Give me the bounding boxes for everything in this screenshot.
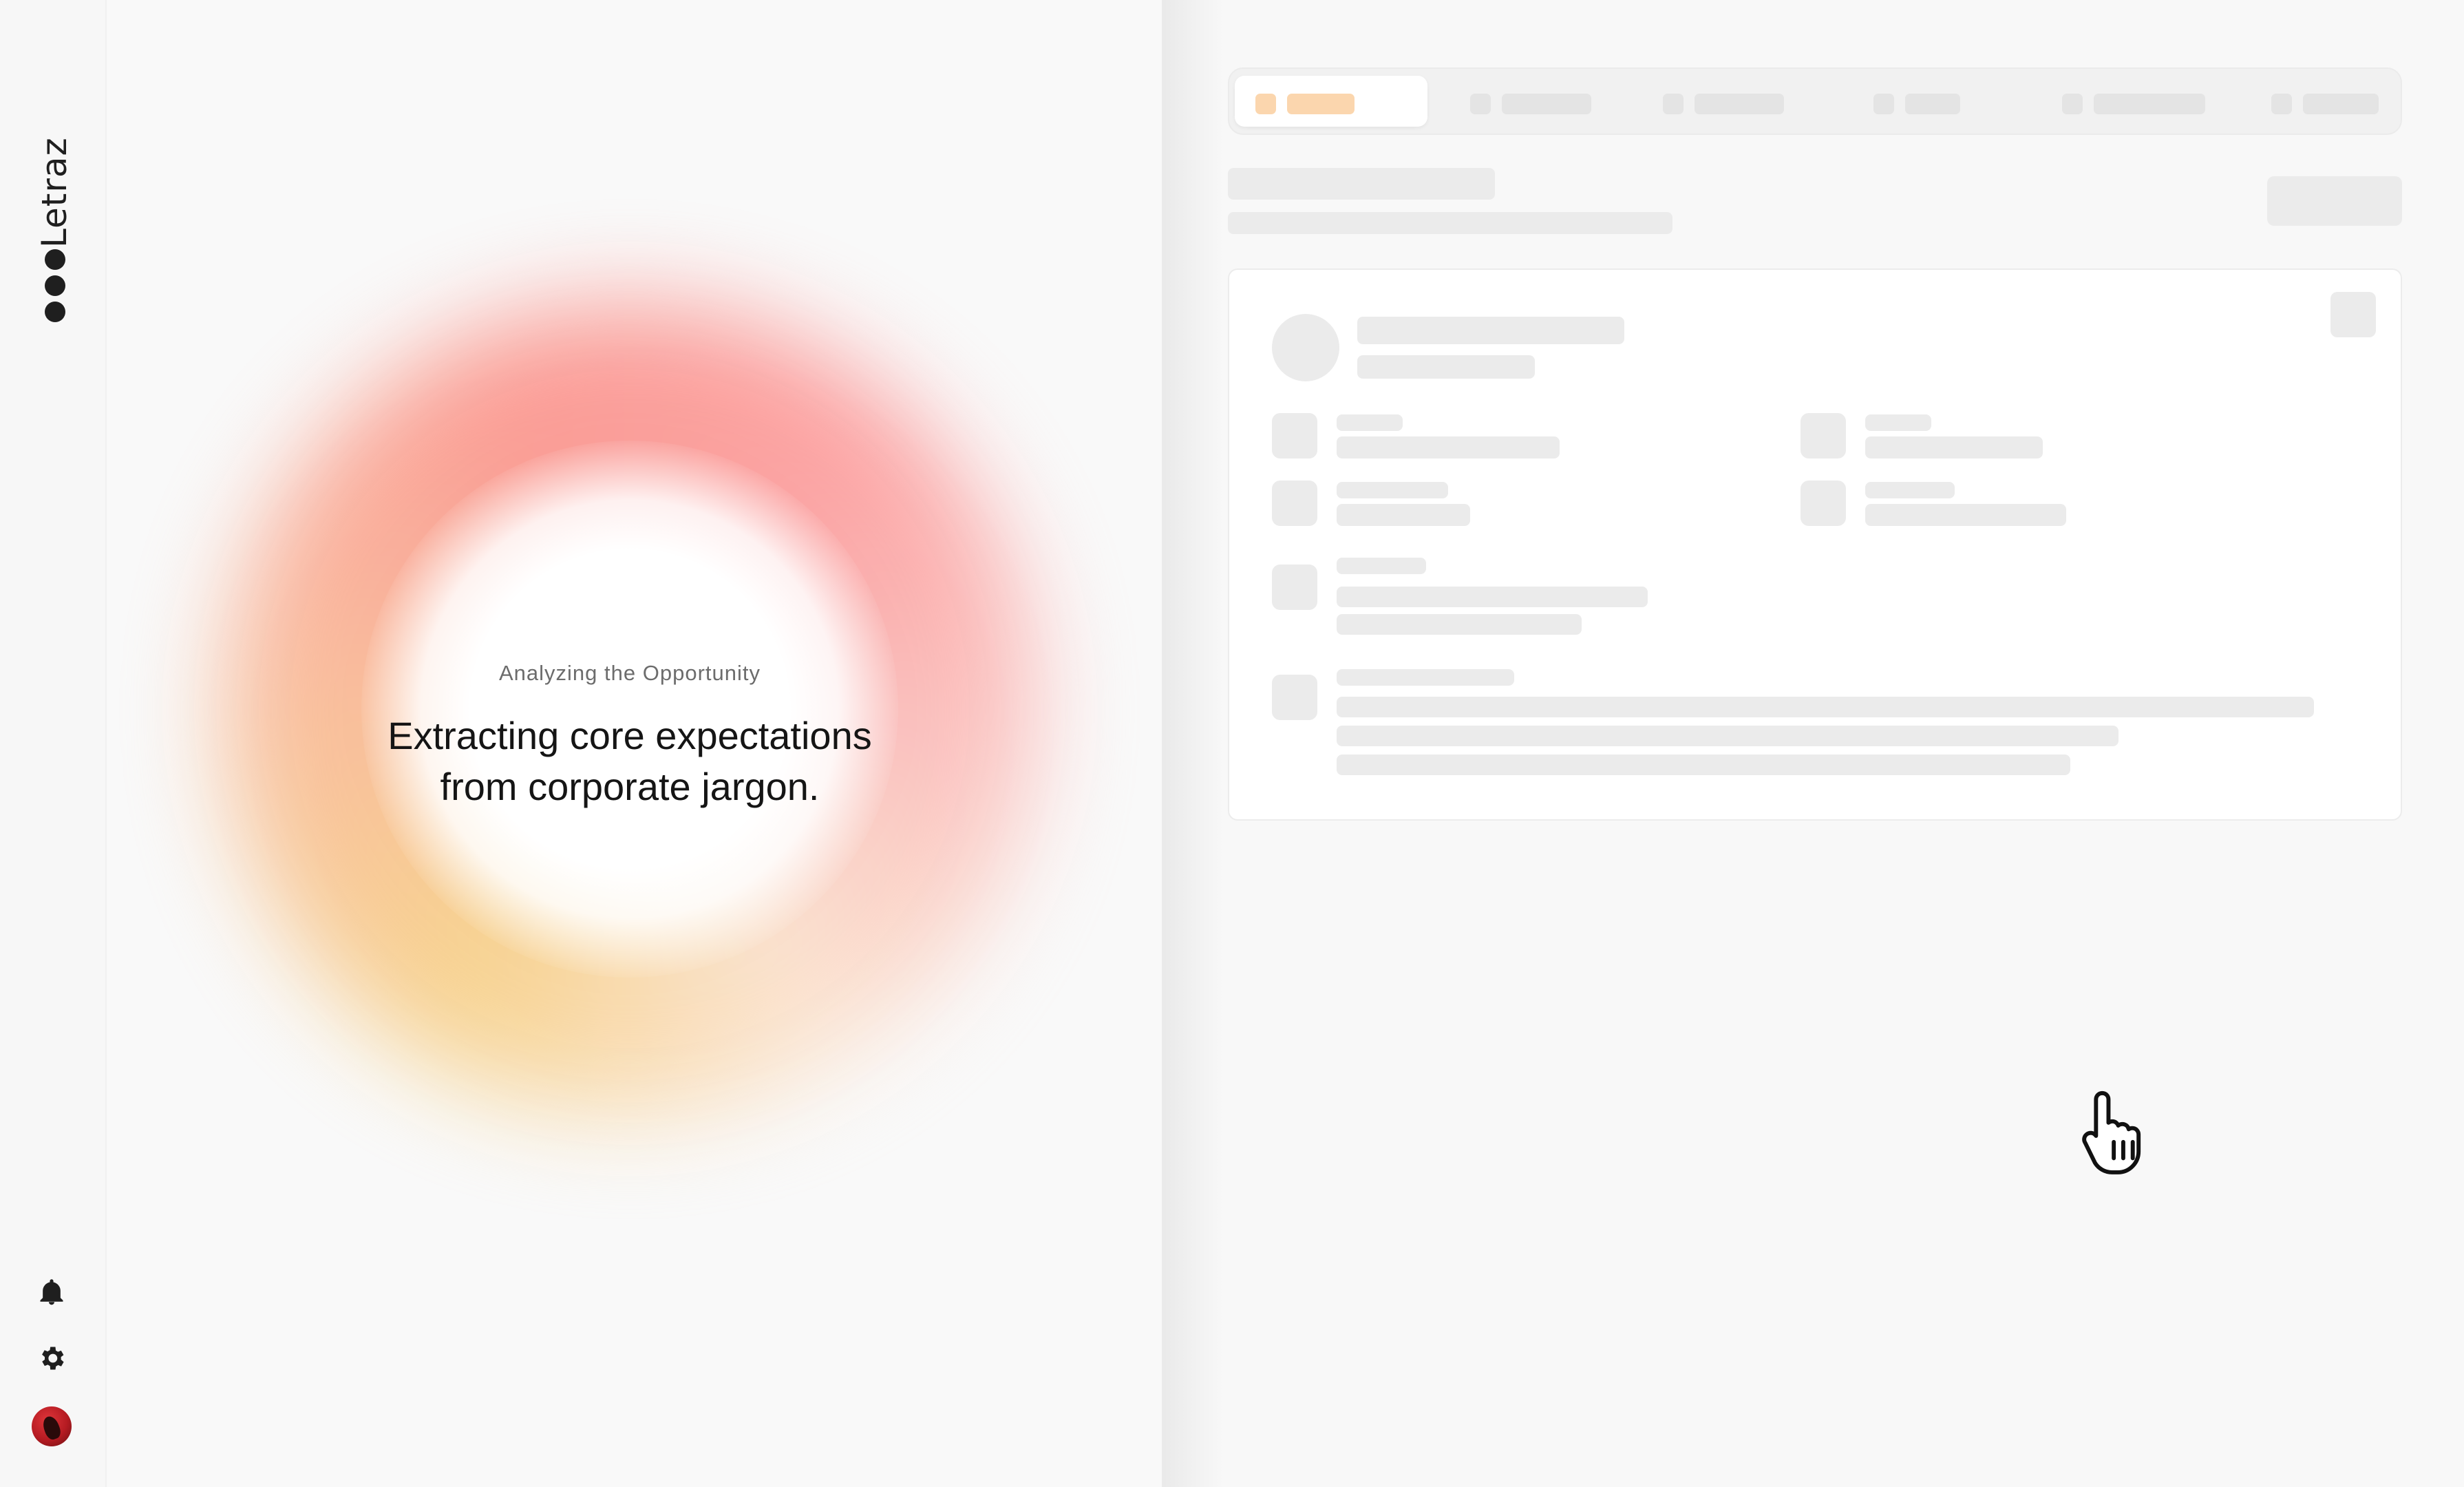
analysis-headline: Extracting core expectations from corpor…: [387, 714, 872, 808]
subtitle-skeleton: [1228, 212, 1672, 234]
content-card-skeleton: [1228, 268, 2402, 821]
section-label-skeleton: [1337, 558, 1426, 574]
brand-logo[interactable]: Letraz: [33, 131, 77, 330]
detail-value-skeleton: [1865, 436, 2043, 458]
section-line-skeleton: [1337, 614, 1582, 635]
tab-skeleton[interactable]: [1853, 76, 1963, 127]
title-skeleton: [1228, 168, 1495, 200]
tab-skeleton[interactable]: [2041, 76, 2205, 127]
brand-dots-icon: [45, 249, 65, 328]
section-line-skeleton: [1337, 726, 2118, 746]
section-line-skeleton: [1337, 697, 2314, 717]
detail-value-skeleton: [1865, 504, 2066, 526]
section-icon-skeleton: [1272, 675, 1317, 720]
action-button-skeleton[interactable]: [2267, 176, 2402, 226]
detail-value-skeleton: [1337, 504, 1470, 526]
card-menu-skeleton[interactable]: [2330, 292, 2376, 337]
section-icon-skeleton: [1272, 565, 1317, 610]
analysis-status: Analyzing the Opportunity Extracting cor…: [217, 661, 1043, 812]
avatar[interactable]: [32, 1406, 72, 1446]
left-rail: Letraz: [0, 0, 107, 1487]
detail-icon-skeleton: [1272, 413, 1317, 458]
heading-skeleton: [1357, 317, 1624, 344]
tab-skeleton-active[interactable]: [1235, 76, 1427, 127]
detail-label-skeleton: [1337, 414, 1403, 431]
analysis-panel: Analyzing the Opportunity Extracting cor…: [107, 0, 1162, 1487]
detail-icon-skeleton: [1272, 481, 1317, 526]
detail-icon-skeleton: [1801, 481, 1846, 526]
section-label-skeleton: [1337, 669, 1514, 686]
detail-label-skeleton: [1865, 482, 1955, 498]
detail-value-skeleton: [1337, 436, 1560, 458]
gear-icon[interactable]: [34, 1341, 69, 1375]
bell-icon[interactable]: [34, 1275, 69, 1309]
section-line-skeleton: [1337, 755, 2070, 775]
workspace-skeleton: [1162, 0, 2464, 1487]
detail-icon-skeleton: [1801, 413, 1846, 458]
tab-bar-skeleton: [1228, 67, 2402, 135]
tab-skeleton[interactable]: [1642, 76, 1784, 127]
brand-name: Letraz: [34, 137, 74, 248]
section-line-skeleton: [1337, 587, 1648, 607]
subheading-skeleton: [1357, 355, 1535, 379]
avatar-skeleton: [1272, 314, 1339, 381]
hand-cursor-icon: [2082, 1090, 2141, 1174]
analysis-kicker: Analyzing the Opportunity: [499, 661, 761, 685]
detail-label-skeleton: [1337, 482, 1448, 498]
detail-label-skeleton: [1865, 414, 1931, 431]
tab-skeleton[interactable]: [1449, 76, 1591, 127]
tab-skeleton[interactable]: [2251, 76, 2381, 127]
